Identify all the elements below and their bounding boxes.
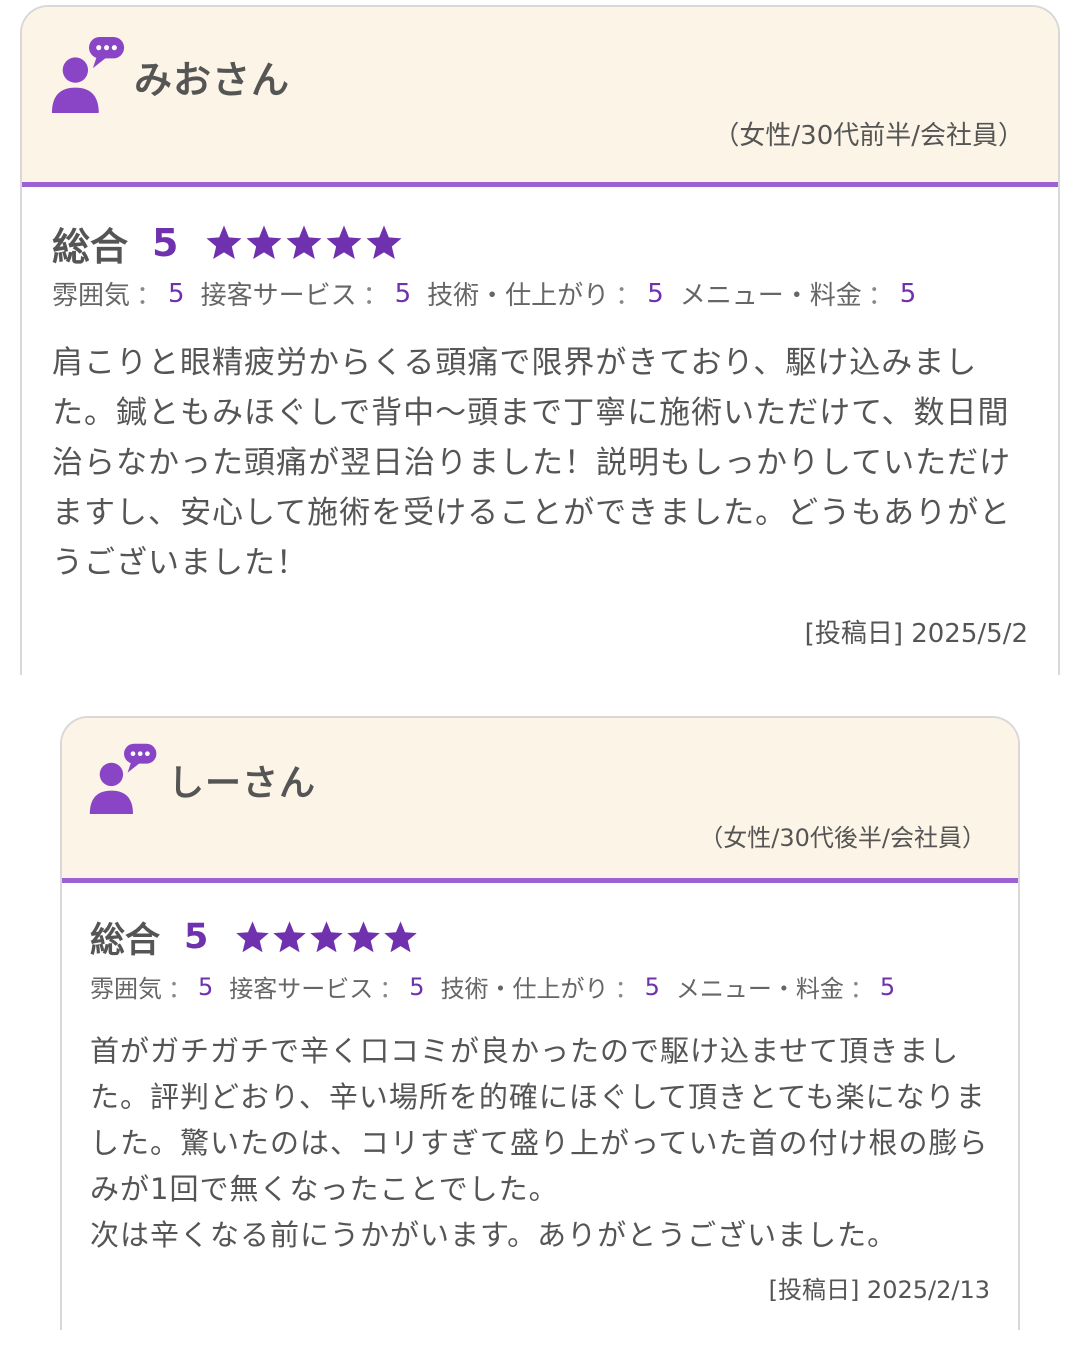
reviewer-profile: （女性/30代後半/会社員） [699, 824, 986, 852]
sub-rating-value: 5 [409, 972, 425, 1001]
sub-rating-label: 雰囲気 [52, 281, 131, 311]
sub-rating-value: 5 [899, 278, 917, 309]
review-header: しーさん （女性/30代後半/会社員） [62, 718, 1018, 883]
sub-rating-separator: ： [136, 281, 163, 311]
sub-ratings: 雰囲気： 5 接客サービス： 5 技術・仕上がり： 5 メニュー・料金： 5 [90, 969, 990, 1004]
review-body: 総合 5 雰囲気： 5 接客サービス： 5 技術・仕上がり： 5 メニュー・料金： 5 … [22, 187, 1058, 588]
sub-rating-value: 5 [644, 972, 660, 1001]
sub-rating-separator: ： [168, 975, 192, 1003]
review-body: 総合 5 雰囲気： 5 接客サービス： 5 技術・仕上がり： 5 メニュー・料金： 5 … [62, 883, 1018, 1258]
star-rating [234, 919, 419, 956]
overall-score: 5 [184, 917, 209, 957]
sub-rating-label: メニュー・料金 [675, 975, 844, 1003]
reviewer-chat-avatar-icon [51, 36, 125, 113]
sub-rating-label: 接客サービス [229, 975, 374, 1003]
reviewer-chat-avatar-icon [89, 743, 157, 814]
sub-rating-separator: ： [849, 975, 874, 1003]
reviewer-profile: （女性/30代前半/会社員） [713, 121, 1024, 151]
sub-rating-separator: ： [362, 281, 389, 311]
sub-rating-value: 5 [647, 278, 664, 309]
review-card: みおさん （女性/30代前半/会社員） 総合 5 雰囲気： 5 接客サービス： 5 … [20, 5, 1060, 675]
sub-rating-menu-price: メニュー・料金： 5 [676, 969, 895, 1004]
star-icon [246, 225, 282, 259]
sub-rating-value: 5 [198, 972, 214, 1001]
sub-rating-atmosphere: 雰囲気： 5 [90, 969, 213, 1004]
sub-rating-technique: 技術・仕上がり： 5 [441, 969, 660, 1004]
star-icon [206, 225, 242, 259]
star-icon [384, 920, 418, 952]
star-icon [326, 225, 362, 259]
sub-rating-atmosphere: 雰囲気： 5 [52, 275, 185, 312]
sub-rating-menu-price: メニュー・料金： 5 [680, 275, 917, 312]
review-paragraph: 次は辛くなる前にうかがいます。ありがとうございました。 [90, 1218, 898, 1252]
sub-rating-service: 接客サービス： 5 [229, 969, 424, 1004]
post-date: [投稿日] 2025/5/2 [804, 619, 1028, 649]
sub-rating-value: 5 [879, 972, 896, 1001]
star-icon [273, 920, 307, 952]
sub-rating-value: 5 [394, 278, 412, 309]
overall-rating: 総合 5 [90, 911, 990, 963]
sub-rating-label: 接客サービス [200, 281, 357, 311]
sub-rating-label: メニュー・料金 [679, 281, 862, 311]
sub-rating-label: 雰囲気 [90, 975, 162, 1003]
star-icon [366, 225, 402, 259]
star-rating [204, 223, 404, 263]
post-date: [投稿日] 2025/2/13 [768, 1276, 990, 1304]
reviewer-name: しーさん [168, 763, 317, 804]
star-icon [286, 225, 322, 259]
sub-rating-separator: ： [615, 281, 642, 311]
sub-rating-separator: ： [379, 975, 404, 1003]
review-text: 肩こりと眼精疲労からくる頭痛で限界がきており、駆け込みました。鍼ともみほぐしで背… [52, 338, 1032, 588]
review-text: 首がガチガチで辛く口コミが良かったので駆け込ませて頂きました。評判どおり、辛い場… [90, 1028, 990, 1258]
overall-score: 5 [152, 221, 179, 265]
sub-rating-separator: ： [614, 975, 639, 1003]
overall-rating: 総合 5 [52, 217, 1028, 269]
sub-rating-value: 5 [168, 278, 185, 309]
sub-rating-separator: ： [867, 281, 894, 311]
star-icon [236, 920, 270, 952]
sub-rating-label: 技術・仕上がり [440, 975, 609, 1003]
reviewer-name: みおさん [134, 58, 291, 102]
sub-ratings: 雰囲気： 5 接客サービス： 5 技術・仕上がり： 5 メニュー・料金： 5 [52, 275, 1028, 312]
overall-label: 総合 [52, 224, 129, 269]
review-header: みおさん （女性/30代前半/会社員） [22, 7, 1058, 187]
sub-rating-technique: 技術・仕上がり： 5 [427, 275, 664, 312]
sub-rating-label: 技術・仕上がり [427, 281, 610, 311]
review-card: しーさん （女性/30代後半/会社員） 総合 5 雰囲気： 5 接客サービス： 5 … [60, 716, 1020, 1330]
star-icon [347, 920, 381, 952]
sub-rating-service: 接客サービス： 5 [201, 275, 412, 312]
review-paragraph: 首がガチガチで辛く口コミが良かったので駆け込ませて頂きました。評判どおり、辛い場… [90, 1034, 989, 1206]
overall-label: 総合 [90, 920, 161, 961]
star-icon [310, 920, 344, 952]
review-paragraph: 肩こりと眼精疲労からくる頭痛で限界がきており、駆け込みました。鍼ともみほぐしで背… [52, 345, 1012, 581]
